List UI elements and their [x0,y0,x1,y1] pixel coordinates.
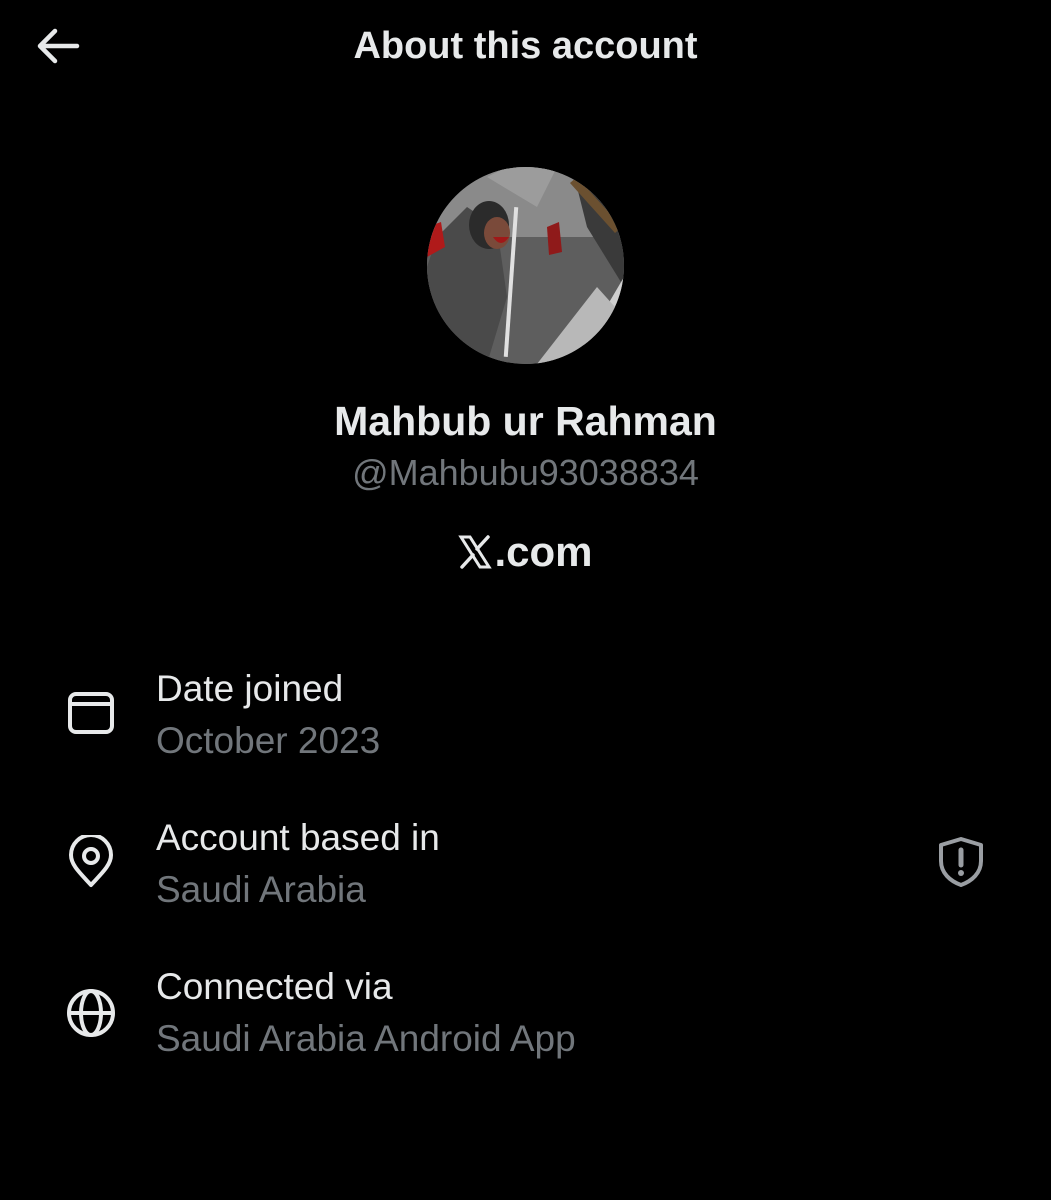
row-connected-via: Connected via Saudi Arabia Android App [0,964,1051,1074]
row-date-joined: Date joined October 2023 [0,666,1051,776]
row-value: October 2023 [156,720,381,761]
location-pin-icon [69,835,113,887]
account-handle: @Mahbubu93038834 [352,452,699,493]
row-label: Connected via [156,966,393,1007]
row-account-location: Account based in Saudi Arabia [0,815,1051,925]
calendar-icon [68,692,114,734]
x-logo-icon [458,535,493,569]
row-value: Saudi Arabia Android App [156,1018,576,1059]
platform-domain: .com [494,528,593,575]
platform-label: .com [0,527,1051,577]
globe-icon [67,989,115,1037]
avatar[interactable] [427,167,624,364]
row-label: Date joined [156,668,344,709]
display-name: Mahbub ur Rahman [334,398,717,444]
top-bar: About this account [0,0,1051,92]
row-value: Saudi Arabia [156,869,366,910]
row-label: Account based in [156,817,440,858]
page-title: About this account [353,25,698,67]
shield-alert-icon[interactable] [934,835,988,889]
